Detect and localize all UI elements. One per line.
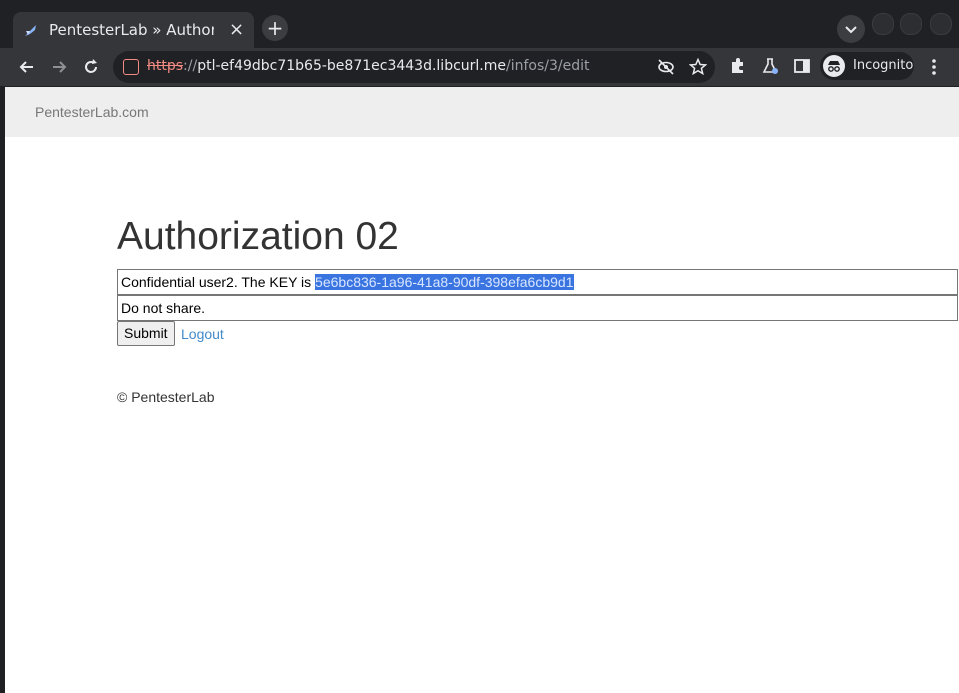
selected-key-text: 5e6bc836-1a96-41a8-90df-398efa6cb9d1 [315, 274, 574, 290]
pentesterlab-favicon-icon [25, 25, 36, 36]
site-navbar: PentesterLab.com [5, 87, 959, 137]
web-page: PentesterLab.com Authorization 02 Confid… [5, 87, 959, 693]
new-tab-button[interactable]: + [262, 15, 288, 41]
url-separator: :// [183, 58, 198, 74]
site-brand-link[interactable]: PentesterLab.com [35, 104, 149, 120]
browser-chrome: PentesterLab » Authorization × + https:/… [0, 0, 959, 87]
info-field-text: Confidential user2. The KEY is [121, 274, 316, 290]
info-text-field[interactable]: Confidential user2. The KEY is 5e6bc836-… [117, 269, 958, 295]
close-window-button[interactable] [930, 13, 952, 35]
url-scheme: https [147, 58, 184, 74]
url-text[interactable]: https://ptl-ef49dbc71b65-be871ec3443d.li… [147, 58, 590, 74]
site-footer: © PentesterLab [117, 389, 215, 405]
browser-toolbar: https://ptl-ef49dbc71b65-be871ec3443d.li… [0, 48, 959, 86]
reload-icon[interactable] [81, 57, 101, 77]
side-panel-icon[interactable] [793, 57, 811, 75]
extensions-puzzle-icon[interactable] [729, 57, 747, 75]
tab-search-button[interactable] [837, 15, 865, 43]
tab-title: PentesterLab » Authorization [49, 21, 214, 39]
eye-off-icon[interactable] [657, 59, 675, 75]
back-arrow-icon[interactable] [17, 57, 37, 77]
maximize-window-button[interactable] [900, 13, 922, 35]
incognito-profile-button[interactable]: Incognito [820, 52, 914, 80]
forward-arrow-icon[interactable] [49, 57, 69, 77]
submit-button[interactable]: Submit [117, 321, 175, 346]
close-tab-icon[interactable]: × [229, 19, 244, 40]
minimize-window-button[interactable] [872, 13, 894, 35]
address-bar[interactable]: https://ptl-ef49dbc71b65-be871ec3443d.li… [113, 51, 715, 83]
incognito-label: Incognito [853, 58, 914, 73]
bookmark-star-icon[interactable] [689, 58, 707, 76]
labs-flask-icon[interactable] [761, 57, 779, 75]
kebab-menu-icon[interactable] [925, 57, 943, 77]
note-field-text: Do not share. [121, 300, 206, 316]
url-host: ptl-ef49dbc71b65-be871ec3443d.libcurl.me [197, 58, 506, 74]
logout-link[interactable]: Logout [181, 326, 224, 342]
not-secure-warning-icon[interactable] [123, 59, 139, 75]
page-title: Authorization 02 [117, 215, 399, 258]
browser-tab[interactable]: PentesterLab » Authorization × [13, 12, 254, 48]
chevron-down-icon [845, 26, 857, 34]
incognito-icon [823, 55, 845, 77]
note-text-field[interactable]: Do not share. [117, 295, 958, 321]
url-path: /infos/3/edit [506, 58, 590, 74]
